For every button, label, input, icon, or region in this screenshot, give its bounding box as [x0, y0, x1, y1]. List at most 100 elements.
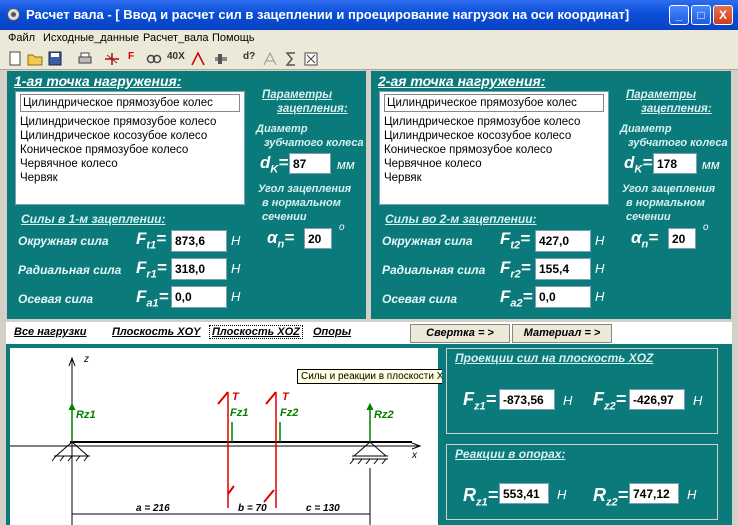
material-button[interactable]: Материал = > — [512, 324, 612, 343]
list-item[interactable]: Цилиндрическое косозубое колесо — [20, 129, 240, 143]
reaction-symbol: Rz2= — [593, 485, 629, 509]
list-item[interactable]: Червяк — [384, 171, 604, 185]
window-title: Расчет вала - [ Ввод и расчет сил в заце… — [26, 7, 630, 22]
diameter-unit: мм — [337, 157, 355, 172]
menu-file[interactable]: Файл — [8, 32, 35, 44]
list-item[interactable]: Цилиндрическое прямозубое колесо — [20, 115, 240, 129]
force-value-input[interactable] — [535, 230, 591, 252]
menu-input-data[interactable]: Исходные_данные — [43, 32, 139, 44]
list-item[interactable]: Червяк — [20, 171, 240, 185]
projection-unit: H — [563, 393, 573, 408]
rz1-label: Rz1 — [76, 409, 96, 421]
tab-supports[interactable]: Опоры — [313, 326, 351, 338]
rz2-label: Rz2 — [374, 409, 394, 421]
crane-icon[interactable] — [262, 51, 278, 67]
fz2-value-input[interactable] — [629, 389, 685, 410]
force-symbol: Fr1= — [136, 258, 167, 281]
list-item[interactable]: Червячное колесо — [384, 157, 604, 171]
gear-type-selected[interactable]: Цилиндрическое прямозубое колес — [384, 94, 604, 112]
force-label: Радиальная сила — [18, 263, 122, 277]
gear-type-list-1[interactable]: Цилиндрическое прямозубое колес Цилиндри… — [15, 91, 245, 205]
rz2-value-input[interactable] — [629, 483, 679, 504]
gear-type-list-2[interactable]: Цилиндрическое прямозубое колес Цилиндри… — [379, 91, 609, 205]
load-point-1-panel: 1-ая точка нагружения: Цилиндрическое пр… — [6, 70, 367, 320]
fold-button[interactable]: Свертка = > — [410, 324, 510, 343]
save-icon[interactable] — [48, 51, 62, 67]
angle-input[interactable] — [304, 228, 332, 249]
shaft-icon[interactable] — [213, 51, 229, 67]
angle-label-2: в нормальном — [626, 197, 705, 209]
rz1-value-input[interactable] — [499, 483, 549, 504]
angle-symbol: αn= — [631, 228, 659, 251]
force-value-input[interactable] — [535, 258, 591, 280]
diameter-input[interactable] — [653, 153, 697, 174]
angle-label-3: сечении — [626, 211, 671, 223]
gear-type-selected[interactable]: Цилиндрическое прямозубое колес — [20, 94, 240, 112]
force-label: Радиальная сила — [382, 263, 486, 277]
fz1-value-input[interactable] — [499, 389, 555, 410]
steel-40x-icon[interactable]: 40X — [167, 51, 185, 67]
diameter-query-icon[interactable]: d? — [243, 51, 255, 67]
params-header-line-1: Параметры — [262, 89, 333, 101]
force-unit: H — [595, 233, 605, 248]
diameter-label: Диаметр — [256, 123, 308, 135]
dim-a-label: a = 216 — [136, 503, 170, 514]
projection-unit: H — [693, 393, 703, 408]
reaction-symbol: Rz1= — [463, 485, 499, 509]
tooltip: Силы и реакции в плоскости XOZ — [297, 369, 462, 384]
force-value-input[interactable] — [171, 230, 227, 252]
load-point-2-panel: 2-ая точка нагружения: Цилиндрическое пр… — [370, 70, 732, 320]
force-value-input[interactable] — [535, 286, 591, 308]
reaction-unit: H — [557, 487, 567, 502]
diameter-label-2: зубчатого колеса — [264, 137, 364, 149]
new-file-icon[interactable] — [8, 51, 22, 67]
load-point-2-header: 2-ая точка нагружения: — [378, 73, 546, 89]
force-unit: H — [231, 261, 241, 276]
list-item[interactable]: Цилиндрическое косозубое колесо — [384, 129, 604, 143]
force-unit: H — [595, 261, 605, 276]
angle-input[interactable] — [668, 228, 696, 249]
force-symbol: Ft1= — [136, 229, 167, 252]
force-symbol: Ft2= — [500, 229, 531, 252]
load-point-1-header: 1-ая точка нагружения: — [14, 73, 182, 89]
forces-header: Силы в 1-м зацеплении: — [21, 212, 166, 226]
force-symbol: Fa2= — [500, 287, 533, 310]
angle-icon[interactable] — [190, 51, 208, 67]
view-tabs: Все нагрузки Плоскость XOY Плоскость XOZ… — [6, 322, 732, 344]
title-bar: Расчет вала - [ Ввод и расчет сил в заце… — [0, 0, 738, 30]
list-item[interactable]: Червячное колесо — [20, 157, 240, 171]
menu-shaft-calc[interactable]: Расчет_вала — [143, 32, 208, 44]
tab-plane-xoz[interactable]: Плоскость XOZ — [209, 325, 303, 339]
x-axis-label: x — [411, 450, 418, 461]
list-item[interactable]: Коническое прямозубое колесо — [384, 143, 604, 157]
force-f-icon[interactable]: F — [128, 51, 134, 67]
menu-help[interactable]: Помощь — [212, 32, 255, 44]
reactions-header: Реакции в опорах: — [455, 447, 566, 461]
sigma-icon[interactable] — [284, 51, 298, 67]
projection-symbol: Fz1= — [463, 389, 497, 413]
forces-icon[interactable] — [103, 51, 121, 67]
maximize-button[interactable]: □ — [691, 5, 711, 25]
params-header-line-2: зацепления: — [277, 103, 348, 115]
link-icon[interactable] — [146, 51, 162, 67]
projection-symbol: Fz2= — [593, 389, 627, 413]
tab-plane-xoy[interactable]: Плоскость XOY — [112, 326, 200, 338]
exit-icon[interactable] — [304, 51, 318, 67]
tab-all-loads[interactable]: Все нагрузки — [14, 326, 86, 338]
angle-label: Угол зацепления — [622, 183, 716, 195]
minimize-button[interactable]: _ — [669, 5, 689, 25]
force-unit: H — [231, 289, 241, 304]
force-label: Осевая сила — [382, 292, 457, 306]
forces-header: Силы во 2-м зацеплении: — [385, 212, 537, 226]
force-value-input[interactable] — [171, 286, 227, 308]
force-unit: H — [231, 233, 241, 248]
list-item[interactable]: Коническое прямозубое колесо — [20, 143, 240, 157]
print-icon[interactable] — [77, 51, 93, 67]
diameter-input[interactable] — [289, 153, 331, 174]
params-header-line-1: Параметры — [626, 89, 697, 101]
force-value-input[interactable] — [171, 258, 227, 280]
open-folder-icon[interactable] — [27, 51, 43, 67]
close-button[interactable]: X — [713, 5, 733, 25]
list-item[interactable]: Цилиндрическое прямозубое колесо — [384, 115, 604, 129]
diameter-symbol: dK= — [624, 153, 653, 176]
